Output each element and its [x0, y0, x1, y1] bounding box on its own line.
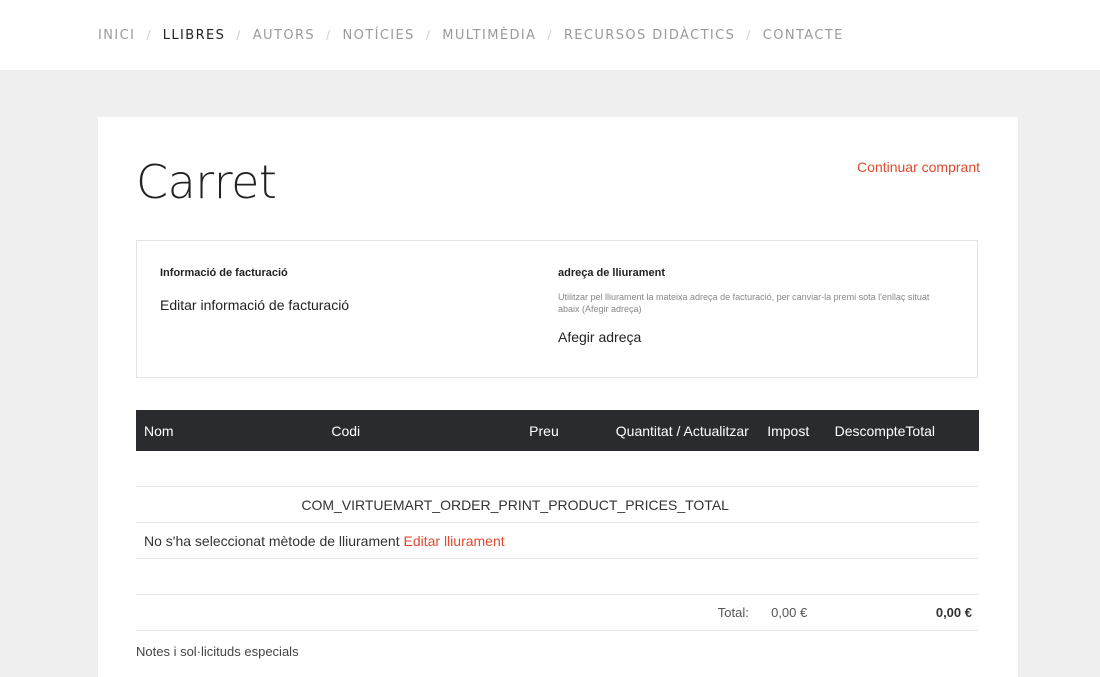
billing-heading: Informació de facturació [160, 267, 288, 279]
nav-link[interactable]: LLIBRES [163, 28, 226, 43]
edit-shipment-link[interactable]: Editar lliurament [403, 533, 504, 549]
nav-separator: / [326, 28, 332, 42]
col-header-quantitat: Quantitat / Actualitzar [558, 410, 749, 451]
nav-item-noticies[interactable]: NOTÍCIES [343, 28, 415, 43]
total-tax-value: 0,00 € [771, 605, 808, 620]
total-label: Total: [717, 605, 749, 620]
nav-separator: / [547, 28, 553, 42]
nav-item-autors[interactable]: AUTORS [253, 28, 315, 43]
table-row-shipment: No s'ha seleccionat mètode de lliurament… [136, 523, 979, 559]
shipment-status-text: No s'ha seleccionat mètode de lliurament [144, 532, 400, 549]
nav-separator: / [425, 28, 432, 42]
shipping-help-text: Utilitzar pel lliurament la mateixa adre… [558, 292, 930, 314]
page-title: Carret [136, 155, 277, 209]
nav-link[interactable]: INICI [98, 28, 135, 43]
nav-item-llibres[interactable]: LLIBRES [163, 28, 226, 43]
top-navigation: INICI / LLIBRES / AUTORS / NOTÍCIES / MULTIMÈDIA… [0, 0, 1100, 70]
table-row-spacer [136, 451, 979, 487]
table-row-prices-total: COM_VIRTUEMART_ORDER_PRINT_PRODUCT_PRICE… [136, 487, 979, 523]
col-header-total: Total [905, 410, 979, 451]
nav-menu: INICI / LLIBRES / AUTORS / NOTÍCIES / MULTIMÈDIA… [0, 0, 844, 70]
nav-separator: / [236, 28, 242, 42]
col-header-impost: Impost [748, 410, 810, 451]
shipping-info: adreça de lliurament Utilitzar pel lliur… [558, 267, 948, 347]
address-box: Informació de facturació Editar informac… [136, 240, 978, 378]
nav-item-recursos-didactics[interactable]: RECURSOS DIDÀCTICS [564, 28, 735, 43]
notes-label: Notes i sol·licituds especials [136, 644, 299, 659]
nav-item-multimedia[interactable]: MULTIMÈDIA [442, 28, 536, 43]
nav-link[interactable]: CONTACTE [763, 28, 844, 43]
continue-shopping-link[interactable]: Continuar comprant [857, 159, 980, 175]
nav-item-inici[interactable]: INICI [98, 28, 135, 43]
col-header-descompte: Descompte [809, 410, 906, 451]
table-row-total: Total: 0,00 € 0,00 € [136, 595, 979, 631]
nav-item-contacte[interactable]: CONTACTE [763, 28, 844, 43]
col-header-codi: Codi [331, 410, 517, 451]
edit-billing-link[interactable]: Editar informació de facturació [160, 297, 349, 313]
nav-separator: / [746, 28, 752, 42]
cart-card: Carret Continuar comprant Informació de … [98, 117, 1018, 677]
cart-table: Nom Codi Preu Quantitat / Actualitzar Im… [136, 410, 979, 631]
prices-total-placeholder: COM_VIRTUEMART_ORDER_PRINT_PRODUCT_PRICE… [301, 496, 729, 513]
table-header-row: Nom Codi Preu Quantitat / Actualitzar Im… [136, 410, 979, 451]
nav-link[interactable]: RECURSOS DIDÀCTICS [564, 28, 735, 43]
nav-link[interactable]: NOTÍCIES [343, 28, 415, 43]
nav-separator: / [146, 28, 152, 42]
table-row-spacer [136, 559, 979, 595]
billing-info: Informació de facturació Editar informac… [160, 267, 349, 315]
col-header-nom: Nom [136, 410, 332, 451]
shipping-heading: adreça de lliurament [558, 267, 665, 279]
col-header-preu: Preu [516, 410, 559, 451]
nav-link[interactable]: AUTORS [253, 28, 315, 43]
total-grand-value: 0,00 € [935, 605, 972, 620]
nav-link[interactable]: MULTIMÈDIA [442, 28, 536, 43]
add-address-link[interactable]: Afegir adreça [558, 329, 641, 345]
